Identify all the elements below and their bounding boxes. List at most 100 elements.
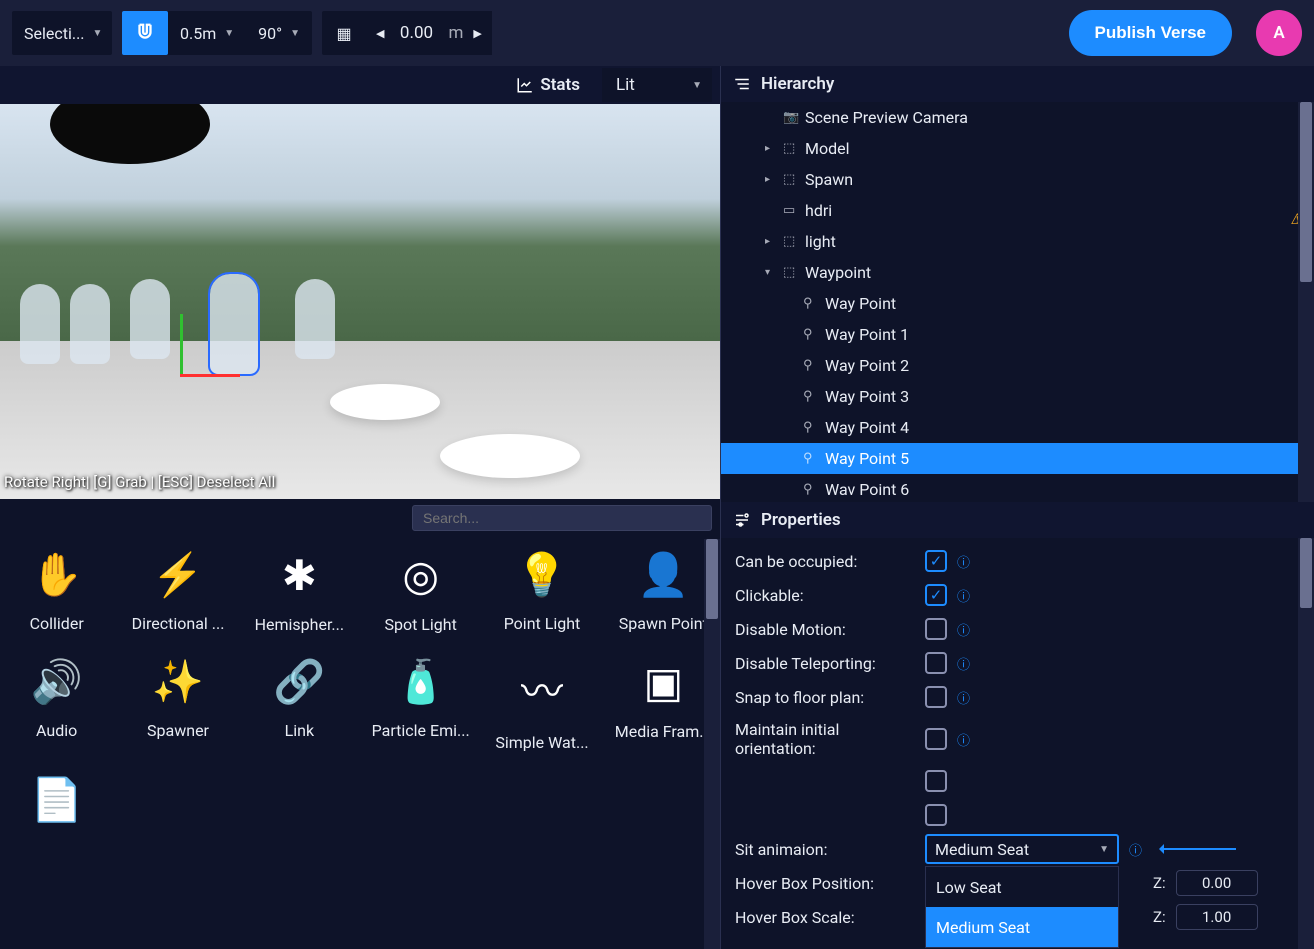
asset-label: Hemispher... (255, 615, 344, 634)
asset-item[interactable]: ✨ Spawner (121, 658, 234, 752)
node-type-icon: ⚲ (803, 296, 819, 311)
node-type-icon: ⬚ (783, 141, 799, 156)
property-row: Snap to floor plan: ⓘ (735, 680, 1300, 714)
gizmo-y-axis[interactable] (180, 314, 183, 374)
property-checkbox[interactable] (925, 686, 947, 708)
expander-icon[interactable]: ▾ (765, 267, 777, 278)
hierarchy-item[interactable]: ⚲ Wav Point 6 (721, 474, 1314, 502)
property-checkbox[interactable] (925, 770, 947, 792)
properties-scrollbar[interactable] (1298, 538, 1314, 949)
viewport-3d[interactable]: Rotate Right| [G] Grab | [ESC] Deselect … (0, 104, 720, 499)
node-type-icon: ⚲ (803, 389, 819, 404)
hierarchy-item[interactable]: 📷 Scene Preview Camera (721, 102, 1314, 133)
scrollbar-thumb[interactable] (1300, 102, 1312, 282)
axis-z-label: Z: (1153, 874, 1166, 892)
publish-button[interactable]: Publish Verse (1069, 10, 1233, 56)
mode-select[interactable]: Selecti... ▼ (12, 11, 112, 55)
asset-item[interactable]: ▣ Media Fram... (607, 658, 720, 752)
snap-angle-select[interactable]: 90° ▼ (246, 11, 312, 55)
magnet-icon (134, 22, 156, 44)
hierarchy-item[interactable]: ▸ ⬚ Model (721, 133, 1314, 164)
property-row: Can be occupied: ✓ ⓘ (735, 544, 1300, 578)
asset-scrollbar[interactable] (704, 539, 720, 949)
asset-item[interactable]: ✋ Collider (0, 551, 113, 634)
hierarchy-item[interactable]: ▭ hdri (721, 195, 1314, 226)
property-row (735, 764, 1300, 798)
asset-item[interactable]: ◎ Spot Light (364, 551, 477, 634)
asset-label: Simple Wat... (495, 733, 588, 752)
property-label: Sit animaion: (735, 840, 915, 859)
gizmo-x-axis[interactable] (180, 374, 240, 377)
asset-item[interactable]: 🔗 Link (243, 658, 356, 752)
asset-label: Point Light (504, 614, 581, 633)
node-label: Way Point 3 (825, 387, 909, 406)
property-checkbox[interactable] (925, 618, 947, 640)
expander-icon[interactable]: ▸ (765, 174, 777, 185)
asset-item[interactable]: ⚡ Directional ... (121, 551, 234, 634)
asset-item[interactable]: 🧴 Particle Emi... (364, 658, 477, 752)
sit-animation-value: Medium Seat (935, 840, 1029, 859)
help-icon[interactable]: ⓘ (957, 688, 970, 707)
hierarchy-item[interactable]: ▸ ⬚ light (721, 226, 1314, 257)
chevron-down-icon: ▼ (692, 80, 702, 91)
hierarchy-item[interactable]: ⚲ Way Point (721, 288, 1314, 319)
hierarchy-scrollbar[interactable] (1298, 102, 1314, 502)
asset-item[interactable]: ✱ Hemispher... (243, 551, 356, 634)
hover-scale-z-input[interactable]: 1.00 (1176, 904, 1258, 930)
asset-item[interactable]: 🔊 Audio (0, 658, 113, 752)
asset-icon: 🔗 (273, 658, 325, 707)
stats-toggle[interactable]: Stats (502, 68, 594, 102)
property-checkbox[interactable]: ✓ (925, 550, 947, 572)
expander-icon[interactable]: ▸ (765, 236, 777, 247)
grid-spinner: ◀ 0.00 m ▶ (366, 11, 492, 55)
asset-icon: ✱ (282, 551, 317, 601)
grid-toggle[interactable]: ▦ (322, 11, 366, 55)
property-checkbox[interactable] (925, 652, 947, 674)
property-checkbox[interactable] (925, 804, 947, 826)
hierarchy-item[interactable]: ⚲ Way Point 5 (721, 443, 1314, 474)
property-label: Hover Box Scale: (735, 908, 915, 927)
scrollbar-thumb[interactable] (1300, 538, 1312, 608)
scrollbar-thumb[interactable] (706, 539, 718, 619)
lighting-select[interactable]: Lit ▼ (602, 68, 712, 102)
hover-position-z-input[interactable]: 0.00 (1176, 870, 1258, 896)
spinner-decrement[interactable]: ◀ (376, 27, 384, 40)
asset-search-input[interactable] (412, 505, 712, 531)
asset-item[interactable]: 👤 Spawn Point (607, 551, 720, 634)
help-icon[interactable]: ⓘ (957, 730, 970, 749)
sit-animation-option[interactable]: Low Seat (926, 867, 1118, 907)
hierarchy-item[interactable]: ⚲ Way Point 4 (721, 412, 1314, 443)
help-icon[interactable]: ⓘ (957, 552, 970, 571)
sit-animation-option[interactable]: Medium Seat (926, 907, 1118, 947)
spinner-value: 0.00 (394, 23, 438, 43)
node-type-icon: ⚲ (803, 451, 819, 466)
user-avatar[interactable]: A (1256, 10, 1302, 56)
spinner-increment[interactable]: ▶ (473, 27, 481, 40)
property-checkbox[interactable]: ✓ (925, 584, 947, 606)
asset-item[interactable]: 📄 (0, 776, 113, 839)
property-checkbox[interactable] (925, 728, 947, 750)
property-row-sit-animation: Sit animaion: Medium Seat ▼ Low SeatMedi… (735, 832, 1300, 866)
sit-animation-select[interactable]: Medium Seat ▼ Low SeatMedium Seat (925, 834, 1119, 864)
node-type-icon: ⬚ (783, 234, 799, 249)
hierarchy-item[interactable]: ▸ ⬚ Spawn (721, 164, 1314, 195)
help-icon[interactable]: ⓘ (957, 654, 970, 673)
snap-magnet-toggle[interactable] (122, 11, 168, 55)
asset-item[interactable]: 💡 Point Light (485, 551, 598, 634)
asset-item[interactable]: 〰 Simple Wat... (485, 658, 598, 752)
property-row: Disable Motion: ⓘ (735, 612, 1300, 646)
help-icon[interactable]: ⓘ (1129, 840, 1142, 859)
expander-icon[interactable]: ▸ (765, 143, 777, 154)
help-icon[interactable]: ⓘ (957, 620, 970, 639)
hierarchy-item[interactable]: ⚲ Way Point 2 (721, 350, 1314, 381)
asset-icon: ✨ (152, 658, 204, 707)
grid-icon: ▦ (336, 24, 351, 43)
snap-distance-select[interactable]: 0.5m ▼ (168, 11, 246, 55)
hierarchy-header: Hierarchy (721, 66, 1314, 102)
hierarchy-item[interactable]: ⚲ Way Point 3 (721, 381, 1314, 412)
help-icon[interactable]: ⓘ (957, 586, 970, 605)
avatar-figure-selected (210, 274, 258, 374)
hierarchy-item[interactable]: ⚲ Way Point 1 (721, 319, 1314, 350)
hierarchy-item[interactable]: ▾ ⬚ Waypoint (721, 257, 1314, 288)
chevron-down-icon: ▼ (1099, 844, 1109, 855)
